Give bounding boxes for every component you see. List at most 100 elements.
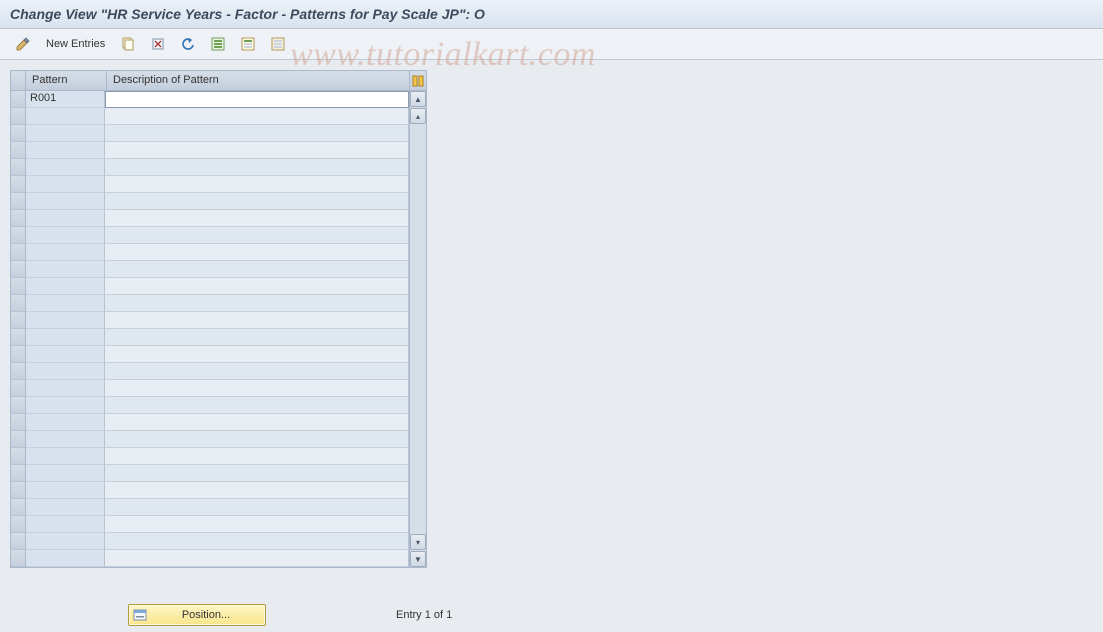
cell-description[interactable] xyxy=(105,193,409,210)
scroll-line-down-icon[interactable]: ▾ xyxy=(410,534,426,550)
cell-description[interactable] xyxy=(105,125,409,142)
new-entries-button[interactable]: New Entries xyxy=(40,34,111,54)
row-selector[interactable] xyxy=(11,516,26,533)
table-row[interactable] xyxy=(11,210,409,227)
row-selector[interactable] xyxy=(11,278,26,295)
row-selector[interactable] xyxy=(11,176,26,193)
copy-icon[interactable] xyxy=(115,33,141,55)
select-block-icon[interactable] xyxy=(235,33,261,55)
cell-description[interactable] xyxy=(105,91,409,108)
cell-description[interactable] xyxy=(105,312,409,329)
cell-description[interactable] xyxy=(105,499,409,516)
table-row[interactable] xyxy=(11,550,409,567)
scroll-down-icon[interactable]: ▼ xyxy=(410,551,426,567)
cell-pattern[interactable] xyxy=(26,550,105,567)
configure-columns-icon[interactable] xyxy=(410,71,426,91)
row-selector[interactable] xyxy=(11,108,26,125)
table-row[interactable] xyxy=(11,176,409,193)
cell-description[interactable] xyxy=(105,329,409,346)
table-row[interactable] xyxy=(11,431,409,448)
delete-icon[interactable] xyxy=(145,33,171,55)
cell-pattern[interactable] xyxy=(26,295,105,312)
cell-pattern[interactable] xyxy=(26,244,105,261)
row-selector[interactable] xyxy=(11,380,26,397)
cell-description[interactable] xyxy=(105,295,409,312)
row-selector[interactable] xyxy=(11,533,26,550)
table-row[interactable] xyxy=(11,261,409,278)
row-selector[interactable] xyxy=(11,431,26,448)
row-selector[interactable] xyxy=(11,159,26,176)
table-row[interactable] xyxy=(11,499,409,516)
cell-pattern[interactable] xyxy=(26,516,105,533)
cell-description[interactable] xyxy=(105,261,409,278)
cell-pattern[interactable] xyxy=(26,193,105,210)
cell-pattern[interactable] xyxy=(26,329,105,346)
row-selector[interactable] xyxy=(11,499,26,516)
cell-description[interactable] xyxy=(105,142,409,159)
cell-pattern[interactable] xyxy=(26,397,105,414)
row-selector[interactable] xyxy=(11,448,26,465)
table-row[interactable] xyxy=(11,516,409,533)
cell-pattern[interactable] xyxy=(26,482,105,499)
row-selector[interactable] xyxy=(11,142,26,159)
cell-pattern[interactable] xyxy=(26,312,105,329)
cell-description[interactable] xyxy=(105,346,409,363)
position-button[interactable]: Position... xyxy=(128,604,266,626)
cell-pattern[interactable] xyxy=(26,465,105,482)
row-selector[interactable] xyxy=(11,261,26,278)
cell-description[interactable] xyxy=(105,363,409,380)
cell-pattern[interactable] xyxy=(26,533,105,550)
cell-description[interactable] xyxy=(105,397,409,414)
vertical-scrollbar[interactable]: ▲ ▴ ▾ ▼ xyxy=(409,91,426,567)
table-row[interactable] xyxy=(11,482,409,499)
row-selector[interactable] xyxy=(11,91,26,108)
table-row[interactable] xyxy=(11,159,409,176)
table-row[interactable] xyxy=(11,397,409,414)
table-row[interactable]: R001 xyxy=(11,91,409,108)
row-selector[interactable] xyxy=(11,295,26,312)
cell-pattern[interactable]: R001 xyxy=(26,91,105,108)
cell-pattern[interactable] xyxy=(26,431,105,448)
cell-pattern[interactable] xyxy=(26,125,105,142)
cell-pattern[interactable] xyxy=(26,176,105,193)
column-header-description[interactable]: Description of Pattern xyxy=(107,71,410,91)
change-mode-icon[interactable] xyxy=(10,33,36,55)
row-selector[interactable] xyxy=(11,397,26,414)
cell-pattern[interactable] xyxy=(26,448,105,465)
row-selector[interactable] xyxy=(11,414,26,431)
cell-pattern[interactable] xyxy=(26,227,105,244)
row-selector[interactable] xyxy=(11,329,26,346)
scroll-up-icon[interactable]: ▲ xyxy=(410,91,426,107)
table-row[interactable] xyxy=(11,278,409,295)
table-row[interactable] xyxy=(11,533,409,550)
table-row[interactable] xyxy=(11,414,409,431)
cell-description[interactable] xyxy=(105,533,409,550)
cell-pattern[interactable] xyxy=(26,159,105,176)
row-selector[interactable] xyxy=(11,482,26,499)
cell-description[interactable] xyxy=(105,227,409,244)
row-selector[interactable] xyxy=(11,227,26,244)
row-selector[interactable] xyxy=(11,244,26,261)
cell-pattern[interactable] xyxy=(26,363,105,380)
cell-description[interactable] xyxy=(105,176,409,193)
cell-description[interactable] xyxy=(105,414,409,431)
cell-description[interactable] xyxy=(105,380,409,397)
cell-pattern[interactable] xyxy=(26,261,105,278)
row-selector[interactable] xyxy=(11,550,26,567)
table-row[interactable] xyxy=(11,227,409,244)
table-row[interactable] xyxy=(11,295,409,312)
cell-pattern[interactable] xyxy=(26,278,105,295)
cell-pattern[interactable] xyxy=(26,210,105,227)
row-selector-header[interactable] xyxy=(11,71,26,91)
deselect-icon[interactable] xyxy=(265,33,291,55)
cell-pattern[interactable] xyxy=(26,142,105,159)
table-row[interactable] xyxy=(11,448,409,465)
table-row[interactable] xyxy=(11,142,409,159)
cell-pattern[interactable] xyxy=(26,414,105,431)
row-selector[interactable] xyxy=(11,125,26,142)
column-header-pattern[interactable]: Pattern xyxy=(26,71,107,91)
cell-pattern[interactable] xyxy=(26,499,105,516)
cell-description[interactable] xyxy=(105,465,409,482)
cell-description[interactable] xyxy=(105,159,409,176)
select-all-icon[interactable] xyxy=(205,33,231,55)
